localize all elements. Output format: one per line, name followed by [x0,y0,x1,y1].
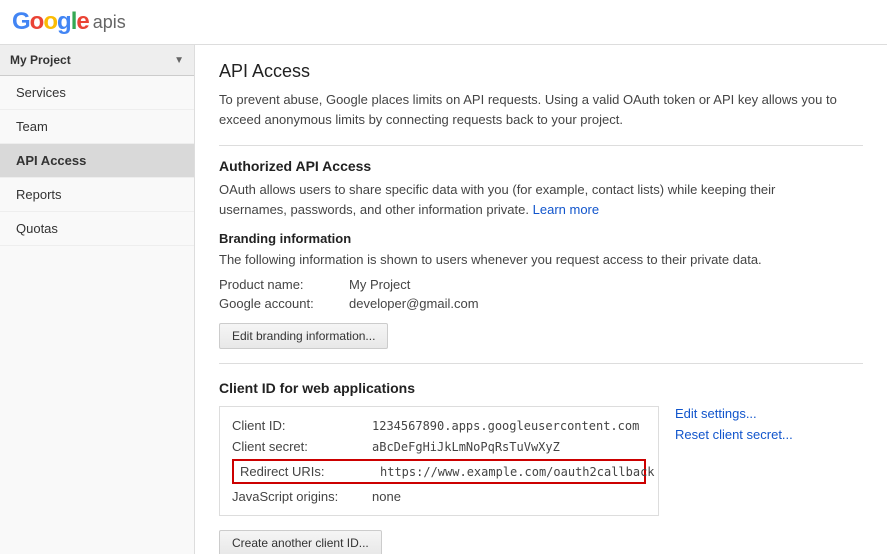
branding-section: Branding information The following infor… [219,231,863,349]
sidebar-item-reports-label: Reports [16,187,62,202]
js-origins-value: none [372,489,401,504]
project-selector-label: My Project [10,53,71,67]
redirect-uris-label: Redirect URIs: [240,464,380,479]
branding-desc: The following information is shown to us… [219,252,863,267]
google-account-row: Google account: developer@gmail.com [219,296,863,311]
logo-o2: o [43,8,57,35]
create-client-id-button[interactable]: Create another client ID... [219,530,382,554]
edit-branding-button[interactable]: Edit branding information... [219,323,388,349]
page-title: API Access [219,61,863,82]
edit-settings-link[interactable]: Edit settings... [675,406,793,421]
apis-label: apis [93,12,126,33]
learn-more-link[interactable]: Learn more [533,202,599,217]
chevron-down-icon: ▼ [174,55,184,66]
logo-o1: o [30,8,44,35]
product-name-value: My Project [349,277,410,292]
client-id-label: Client ID: [232,418,372,433]
sidebar-item-api-access[interactable]: API Access [0,144,194,178]
product-name-label: Product name: [219,277,349,292]
divider [219,145,863,146]
redirect-uris-row: Redirect URIs: https://www.example.com/o… [232,459,646,484]
authorized-section-title: Authorized API Access [219,158,863,174]
header: Google apis [0,0,887,45]
js-origins-row: JavaScript origins: none [232,486,646,507]
client-table: Client ID: 1234567890.apps.googleusercon… [219,406,659,516]
sidebar-item-quotas[interactable]: Quotas [0,212,194,246]
product-name-row: Product name: My Project [219,277,863,292]
authorized-section-description: OAuth allows users to share specific dat… [219,180,839,219]
sidebar-item-services[interactable]: Services [0,76,194,110]
client-secret-row: Client secret: aBcDeFgHiJkLmNoPqRsTuVwXy… [232,436,646,457]
side-actions: Edit settings... Reset client secret... [675,406,793,442]
sidebar-item-team-label: Team [16,119,48,134]
authorized-description-text: OAuth allows users to share specific dat… [219,182,775,217]
divider-2 [219,363,863,364]
client-id-row: Client ID: 1234567890.apps.googleusercon… [232,415,646,436]
main-content: API Access To prevent abuse, Google plac… [195,45,887,554]
layout: My Project ▼ Services Team API Access Re… [0,45,887,554]
reset-client-secret-link[interactable]: Reset client secret... [675,427,793,442]
sidebar-item-reports[interactable]: Reports [0,178,194,212]
client-id-section: Client ID for web applications Client ID… [219,380,863,554]
project-selector[interactable]: My Project ▼ [0,45,194,76]
client-secret-value: aBcDeFgHiJkLmNoPqRsTuVwXyZ [372,440,560,454]
sidebar-item-api-access-label: API Access [16,153,86,168]
js-origins-label: JavaScript origins: [232,489,372,504]
redirect-uris-value: https://www.example.com/oauth2callback [380,465,655,479]
page-description: To prevent abuse, Google places limits o… [219,90,839,129]
logo-g: G [12,8,30,35]
google-logo: Google apis [12,8,126,36]
sidebar-item-team[interactable]: Team [0,110,194,144]
branding-title: Branding information [219,231,863,246]
client-secret-label: Client secret: [232,439,372,454]
google-account-value: developer@gmail.com [349,296,479,311]
google-account-label: Google account: [219,296,349,311]
logo-g2: g [57,8,71,35]
sidebar-item-services-label: Services [16,85,66,100]
sidebar: My Project ▼ Services Team API Access Re… [0,45,195,554]
logo-e: e [76,8,88,35]
client-id-value: 1234567890.apps.googleusercontent.com [372,419,639,433]
client-id-title: Client ID for web applications [219,380,863,396]
client-table-wrapper: Client ID: 1234567890.apps.googleusercon… [219,406,863,516]
logo-text: Google [12,8,89,36]
sidebar-item-quotas-label: Quotas [16,221,58,236]
